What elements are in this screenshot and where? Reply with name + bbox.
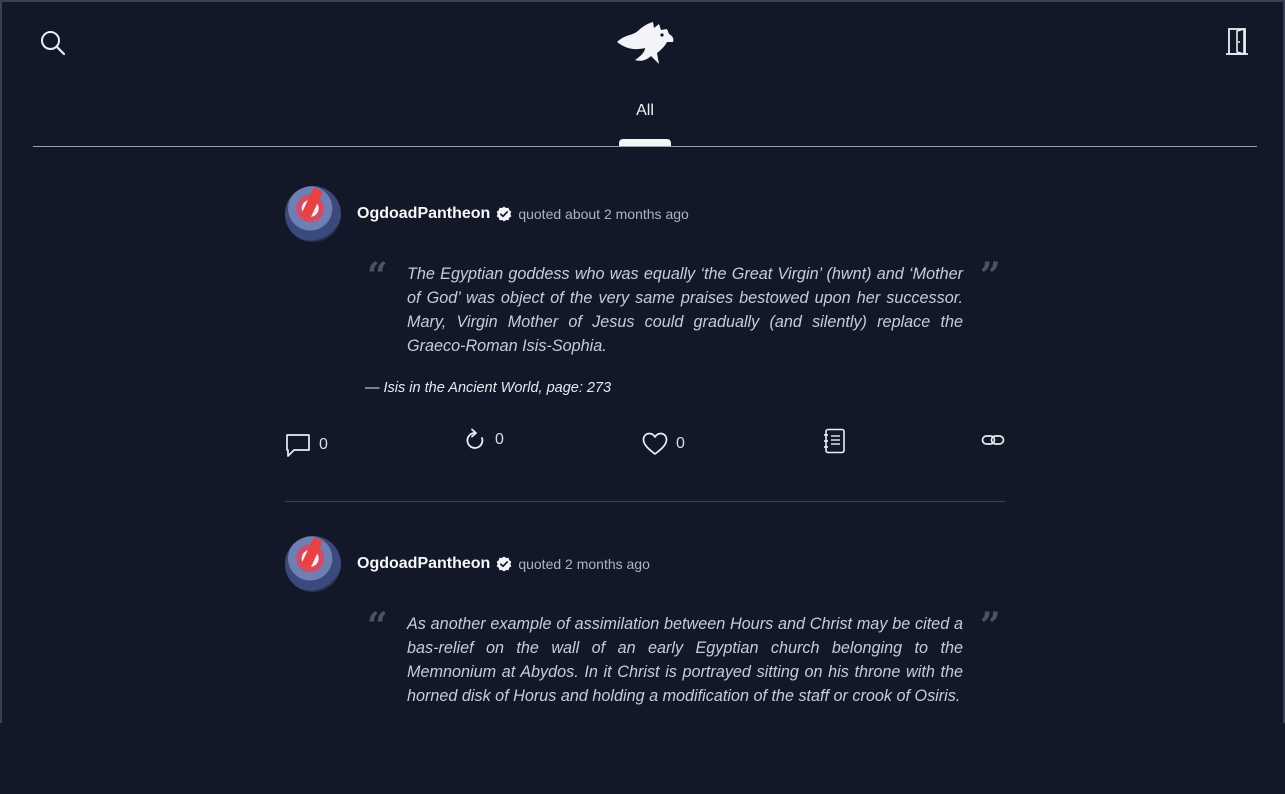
avatar[interactable] (285, 186, 341, 242)
repost-icon (466, 428, 484, 449)
notes-button[interactable] (822, 428, 846, 454)
tab-bar: All (33, 94, 1257, 147)
author-name[interactable]: OgdoadPantheon (357, 205, 490, 223)
close-quote-icon: ” (980, 255, 1001, 297)
link-icon (981, 435, 1005, 445)
like-count: 0 (676, 435, 685, 452)
app-frame: All OgdoadPantheon quoted about 2 months… (0, 0, 1285, 723)
eagle-logo-icon[interactable] (615, 20, 675, 66)
active-tab-indicator (619, 139, 671, 146)
quote-source[interactable]: — Isis in the Ancient World, page: 273 (365, 380, 611, 396)
like-button[interactable]: 0 (642, 432, 685, 456)
post: OgdoadPantheon quoted 2 months ago “ As … (285, 534, 1005, 794)
comment-icon (286, 434, 310, 457)
comment-button[interactable]: 0 (285, 432, 328, 458)
close-quote-icon: ” (980, 605, 1001, 647)
search-button[interactable] (38, 28, 68, 58)
post-header: OgdoadPantheon quoted 2 months ago (285, 534, 1005, 594)
heart-icon (642, 432, 668, 455)
open-quote-icon: “ (367, 255, 388, 297)
logout-button[interactable] (1222, 26, 1252, 58)
open-quote-icon: “ (367, 605, 388, 647)
post: OgdoadPantheon quoted about 2 months ago… (285, 184, 1005, 502)
repost-button[interactable]: 0 (465, 428, 504, 452)
quote-text: As another example of assimilation betwe… (407, 615, 963, 705)
post-header: OgdoadPantheon quoted about 2 months ago (285, 184, 1005, 244)
copy-link-button[interactable] (981, 430, 1005, 450)
avatar[interactable] (285, 536, 341, 592)
post-feed: OgdoadPantheon quoted about 2 months ago… (285, 184, 1005, 794)
notebook-icon (824, 428, 845, 454)
door-icon (1226, 27, 1248, 56)
quote-text: The Egyptian goddess who was equally ‘th… (407, 265, 963, 355)
verified-badge-icon (497, 556, 512, 572)
search-icon (41, 31, 66, 56)
quote-block: “ The Egyptian goddess who was equally ‘… (285, 258, 1005, 382)
author-name[interactable]: OgdoadPantheon (357, 555, 490, 573)
comment-count: 0 (319, 436, 328, 453)
post-actions: 0 0 0 (285, 428, 1005, 462)
post-timestamp: quoted 2 months ago (518, 556, 650, 572)
post-timestamp: quoted about 2 months ago (518, 206, 689, 222)
tab-all-label: All (636, 102, 654, 119)
verified-badge-icon (497, 206, 512, 222)
tab-all[interactable]: All (619, 94, 671, 146)
top-bar (2, 2, 1285, 92)
quote-block: “ As another example of assimilation bet… (285, 608, 1005, 732)
repost-count: 0 (495, 431, 504, 448)
